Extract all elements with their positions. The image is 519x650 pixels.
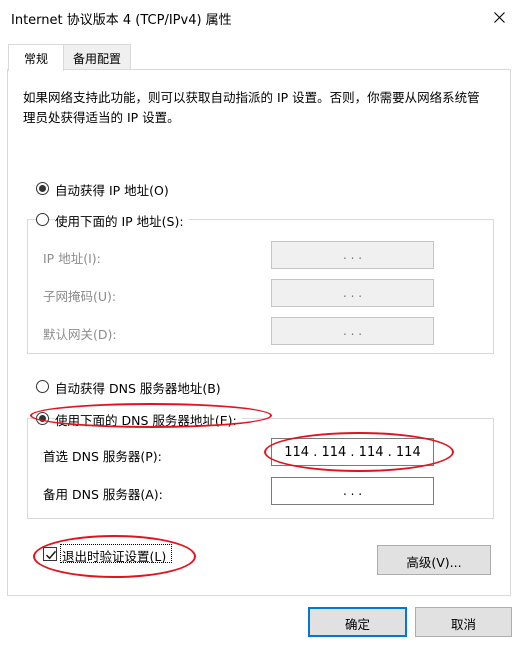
default-gateway-label: 默认网关(D): <box>43 327 117 342</box>
window-title: Internet 协议版本 4 (TCP/IPv4) 属性 <box>11 13 232 28</box>
default-gateway-value: . . . <box>342 324 363 338</box>
alternate-dns-input[interactable]: . . . <box>271 477 434 505</box>
annotation-ellipse-preferred-dns <box>264 432 454 472</box>
auto-dns-label: 自动获得 DNS 服务器地址(B) <box>55 381 221 396</box>
ok-button[interactable]: 确定 <box>308 607 407 637</box>
manual-ip-label: 使用下面的 IP 地址(S): <box>55 211 189 230</box>
preferred-dns-label: 首选 DNS 服务器(P): <box>43 449 162 464</box>
auto-ip-label: 自动获得 IP 地址(O) <box>55 183 169 198</box>
tab-alternate-config[interactable]: 备用配置 <box>63 44 131 70</box>
annotation-ellipse-validate <box>33 535 196 578</box>
auto-dns-radio[interactable] <box>36 380 49 393</box>
subnet-mask-input[interactable]: . . . <box>271 279 434 307</box>
tab-strip: 常规 备用配置 <box>0 44 519 71</box>
ip-address-value: . . . <box>342 248 363 262</box>
alternate-dns-value: . . . <box>342 484 363 498</box>
annotation-ellipse-manual-dns <box>30 403 272 428</box>
title-bar: Internet 协议版本 4 (TCP/IPv4) 属性 <box>0 0 519 36</box>
subnet-mask-label: 子网掩码(U): <box>43 289 117 304</box>
close-button[interactable] <box>483 3 515 31</box>
tab-general[interactable]: 常规 <box>8 44 64 71</box>
description-text: 如果网络支持此功能，则可以获取自动指派的 IP 设置。否则，你需要从网络系统管理… <box>23 90 480 125</box>
auto-ip-radio[interactable] <box>36 182 49 195</box>
subnet-mask-value: . . . <box>342 286 363 300</box>
cancel-button[interactable]: 取消 <box>415 607 512 637</box>
manual-ip-radio[interactable] <box>36 213 49 226</box>
alternate-dns-label: 备用 DNS 服务器(A): <box>43 487 163 502</box>
ip-address-label: IP 地址(I): <box>43 251 101 266</box>
ip-address-input[interactable]: . . . <box>271 241 434 269</box>
advanced-button[interactable]: 高级(V)... <box>377 545 491 575</box>
close-icon <box>494 12 505 23</box>
default-gateway-input[interactable]: . . . <box>271 317 434 345</box>
